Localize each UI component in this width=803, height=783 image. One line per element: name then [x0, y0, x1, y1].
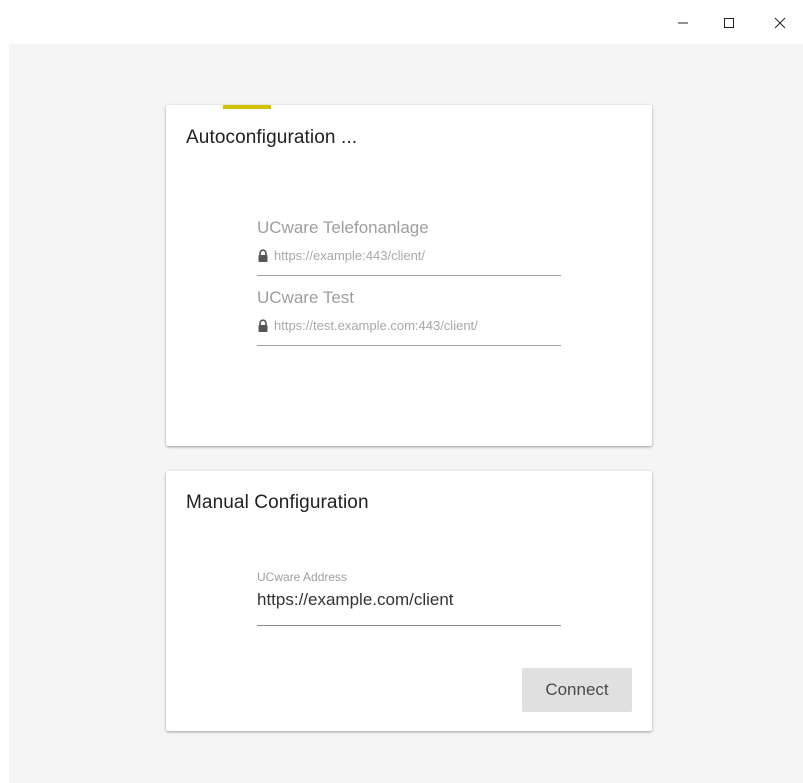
loading-indicator — [223, 105, 271, 109]
close-icon — [774, 17, 786, 29]
close-button[interactable] — [757, 6, 803, 40]
minimize-icon — [678, 22, 688, 24]
lock-icon — [258, 318, 268, 332]
server-url-text: https://example:443/client/ — [274, 248, 426, 263]
server-name: UCware Test — [257, 288, 354, 307]
server-url-text: https://test.example.com:443/client/ — [274, 318, 478, 333]
server-item-ucware-telefonanlage[interactable]: UCware Telefonanlage https://example:443… — [257, 218, 561, 276]
maximize-icon — [724, 18, 734, 28]
server-url: https://example:443/client/ — [257, 248, 425, 263]
address-input[interactable] — [257, 590, 557, 610]
address-field: UCware Address — [257, 570, 561, 626]
server-name: UCware Telefonanlage — [257, 218, 429, 237]
manual-configuration-card: Manual Configuration UCware Address Conn… — [166, 471, 652, 731]
server-url: https://test.example.com:443/client/ — [257, 318, 478, 333]
connect-button[interactable]: Connect — [522, 668, 632, 712]
autoconfiguration-card: Autoconfiguration ... UCware Telefonanla… — [166, 105, 652, 446]
lock-icon — [258, 248, 268, 262]
maximize-button[interactable] — [706, 6, 752, 40]
server-item-ucware-test[interactable]: UCware Test https://test.example.com:443… — [257, 288, 561, 346]
autoconfiguration-title: Autoconfiguration ... — [186, 127, 358, 148]
app-window: Autoconfiguration ... UCware Telefonanla… — [0, 0, 803, 783]
manual-configuration-title: Manual Configuration — [186, 492, 369, 513]
minimize-button[interactable] — [660, 6, 706, 40]
title-bar — [0, 0, 803, 44]
main-content: Autoconfiguration ... UCware Telefonanla… — [9, 44, 803, 783]
address-label: UCware Address — [257, 570, 348, 584]
